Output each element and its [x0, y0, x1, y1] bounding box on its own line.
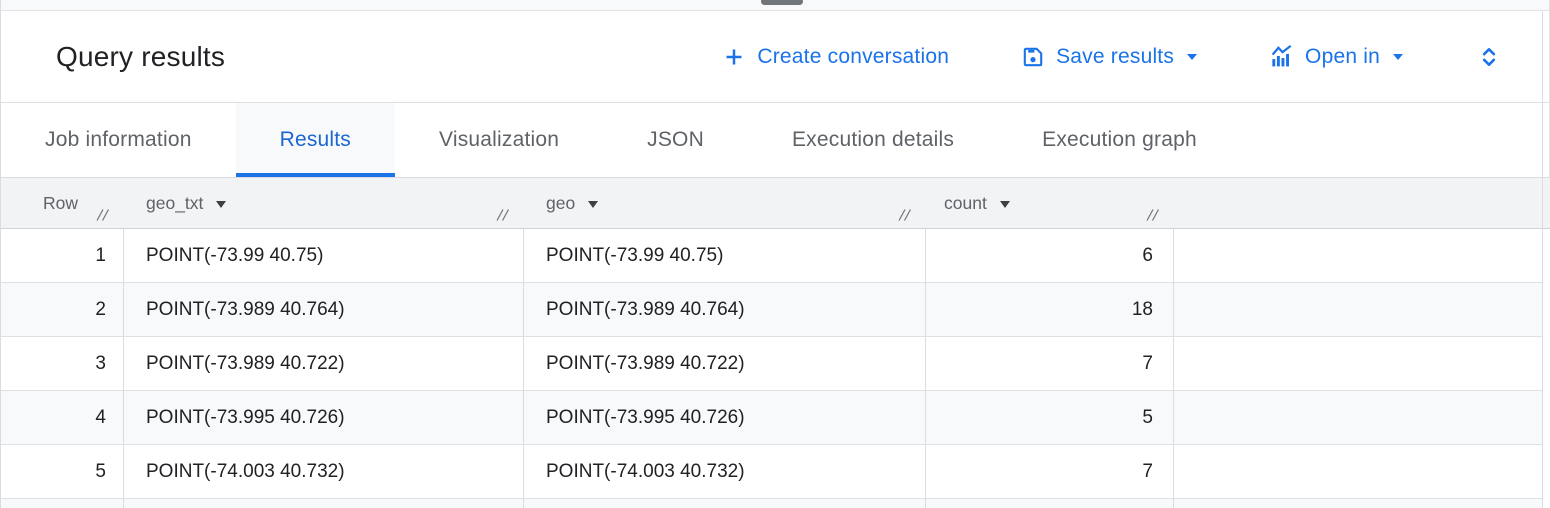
column-label: Row: [43, 193, 78, 214]
table-cell: [1174, 445, 1543, 499]
column-header-empty: [1174, 178, 1543, 229]
row-number: 2: [1, 283, 124, 337]
partial-next-row-cell: [524, 499, 926, 508]
bar-chart-trend-icon: [1269, 44, 1294, 69]
table-cell: 7: [926, 445, 1174, 499]
tab-json[interactable]: JSON: [603, 103, 748, 177]
results-header: Query results Create conversation Save r…: [1, 11, 1549, 103]
tab-results[interactable]: Results: [236, 103, 395, 177]
table-cell: 6: [926, 229, 1174, 283]
diagonal-grip-icon[interactable]: [96, 205, 110, 226]
table-cell: POINT(-73.989 40.722): [524, 337, 926, 391]
tab-execution-graph[interactable]: Execution graph: [998, 103, 1241, 177]
partial-next-row-cell: [1, 499, 124, 508]
triangle-down-icon[interactable]: [216, 201, 226, 208]
table-cell: POINT(-74.003 40.732): [124, 445, 524, 499]
row-gutter: [1543, 391, 1550, 445]
partial-next-row-cell: [1174, 499, 1543, 508]
table-cell: [1174, 391, 1543, 445]
diagonal-grip-icon[interactable]: [1146, 205, 1160, 226]
open-in-button[interactable]: Open in: [1269, 44, 1403, 69]
row-gutter: [1543, 229, 1550, 283]
row-number: 4: [1, 391, 124, 445]
create-conversation-button[interactable]: Create conversation: [722, 45, 949, 69]
table-cell: POINT(-74.003 40.732): [524, 445, 926, 499]
row-number: 1: [1, 229, 124, 283]
table-cell: [1174, 229, 1543, 283]
caret-down-icon: [1393, 54, 1403, 60]
header-gutter: [1543, 178, 1550, 229]
partial-next-row-cell: [124, 499, 524, 508]
table-cell: POINT(-73.995 40.726): [524, 391, 926, 445]
table-cell: POINT(-73.995 40.726): [124, 391, 524, 445]
panel-top-divider: [1, 0, 1549, 11]
plus-icon: [722, 45, 746, 69]
column-header-Row: Row: [1, 178, 124, 229]
table-cell: POINT(-73.99 40.75): [124, 229, 524, 283]
row-gutter: [1543, 499, 1550, 508]
floppy-disk-icon: [1021, 45, 1045, 69]
row-gutter: [1543, 283, 1550, 337]
diagonal-grip-icon[interactable]: [496, 205, 510, 226]
panel-right-border: [1542, 11, 1543, 508]
column-header-geo[interactable]: geo: [524, 178, 926, 229]
table-cell: [1174, 337, 1543, 391]
table-cell: [1174, 283, 1543, 337]
table-cell: POINT(-73.989 40.764): [124, 283, 524, 337]
page-title: Query results: [56, 41, 225, 73]
unfold-more-icon: [1475, 43, 1503, 71]
open-in-label: Open in: [1305, 45, 1380, 69]
tab-visualization[interactable]: Visualization: [395, 103, 603, 177]
triangle-down-icon[interactable]: [588, 201, 598, 208]
row-gutter: [1543, 337, 1550, 391]
save-results-button[interactable]: Save results: [1021, 45, 1197, 69]
partial-next-row-cell: [926, 499, 1174, 508]
row-number: 5: [1, 445, 124, 499]
create-conversation-label: Create conversation: [757, 45, 949, 69]
query-results-panel: Query results Create conversation Save r…: [0, 0, 1550, 508]
table-cell: 18: [926, 283, 1174, 337]
column-header-count[interactable]: count: [926, 178, 1174, 229]
row-number: 3: [1, 337, 124, 391]
table-cell: 7: [926, 337, 1174, 391]
results-table: Rowgeo_txtgeocount1POINT(-73.99 40.75)PO…: [1, 178, 1550, 508]
tab-execution-details[interactable]: Execution details: [748, 103, 998, 177]
expand-results-button[interactable]: [1475, 43, 1503, 71]
results-tab-bar: Job informationResultsVisualizationJSONE…: [1, 103, 1549, 178]
save-results-label: Save results: [1056, 45, 1174, 69]
table-cell: 5: [926, 391, 1174, 445]
column-label: count: [944, 193, 987, 214]
panel-drag-handle[interactable]: [761, 0, 803, 5]
table-cell: POINT(-73.989 40.722): [124, 337, 524, 391]
table-cell: POINT(-73.99 40.75): [524, 229, 926, 283]
row-gutter: [1543, 445, 1550, 499]
column-label: geo: [546, 193, 575, 214]
caret-down-icon: [1187, 54, 1197, 60]
diagonal-grip-icon[interactable]: [898, 205, 912, 226]
column-header-geo_txt[interactable]: geo_txt: [124, 178, 524, 229]
header-actions: Create conversation Save results: [722, 43, 1503, 71]
triangle-down-icon[interactable]: [1000, 201, 1010, 208]
table-cell: POINT(-73.989 40.764): [524, 283, 926, 337]
tab-job-information[interactable]: Job information: [1, 103, 236, 177]
column-label: geo_txt: [146, 193, 203, 214]
